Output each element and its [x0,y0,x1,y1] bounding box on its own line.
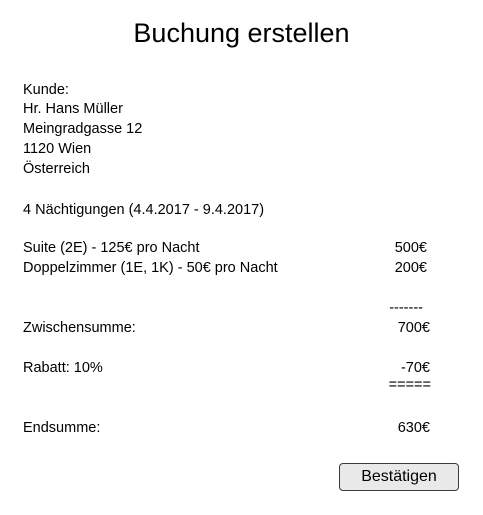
subtotal-separator: ------- [389,300,423,316]
room-line-amount: 200€ [394,260,427,276]
customer-name: Hr. Hans Müller [23,101,123,117]
customer-city: 1120 Wien [23,141,92,157]
total-amount: 630€ [397,420,430,436]
subtotal-amount: 700€ [397,320,430,336]
confirm-button[interactable]: Bestätigen [339,463,459,491]
customer-country: Österreich [23,161,90,177]
room-line-label: Doppelzimmer (1E, 1K) - 50€ pro Nacht [23,260,278,276]
room-line-amount: 500€ [394,240,427,256]
discount-label: Rabatt: 10% [23,360,103,376]
customer-label: Kunde: [23,82,69,98]
total-label: Endsumme: [23,420,101,436]
stay-summary: 4 Nächtigungen (4.4.2017 - 9.4.2017) [23,202,265,218]
total-separator: ===== [388,377,431,393]
customer-street: Meingradgasse 12 [23,121,143,137]
room-line-label: Suite (2E) - 125€ pro Nacht [23,240,200,256]
subtotal-label: Zwischensumme: [23,320,136,336]
page-title: Buchung erstellen [133,18,350,48]
